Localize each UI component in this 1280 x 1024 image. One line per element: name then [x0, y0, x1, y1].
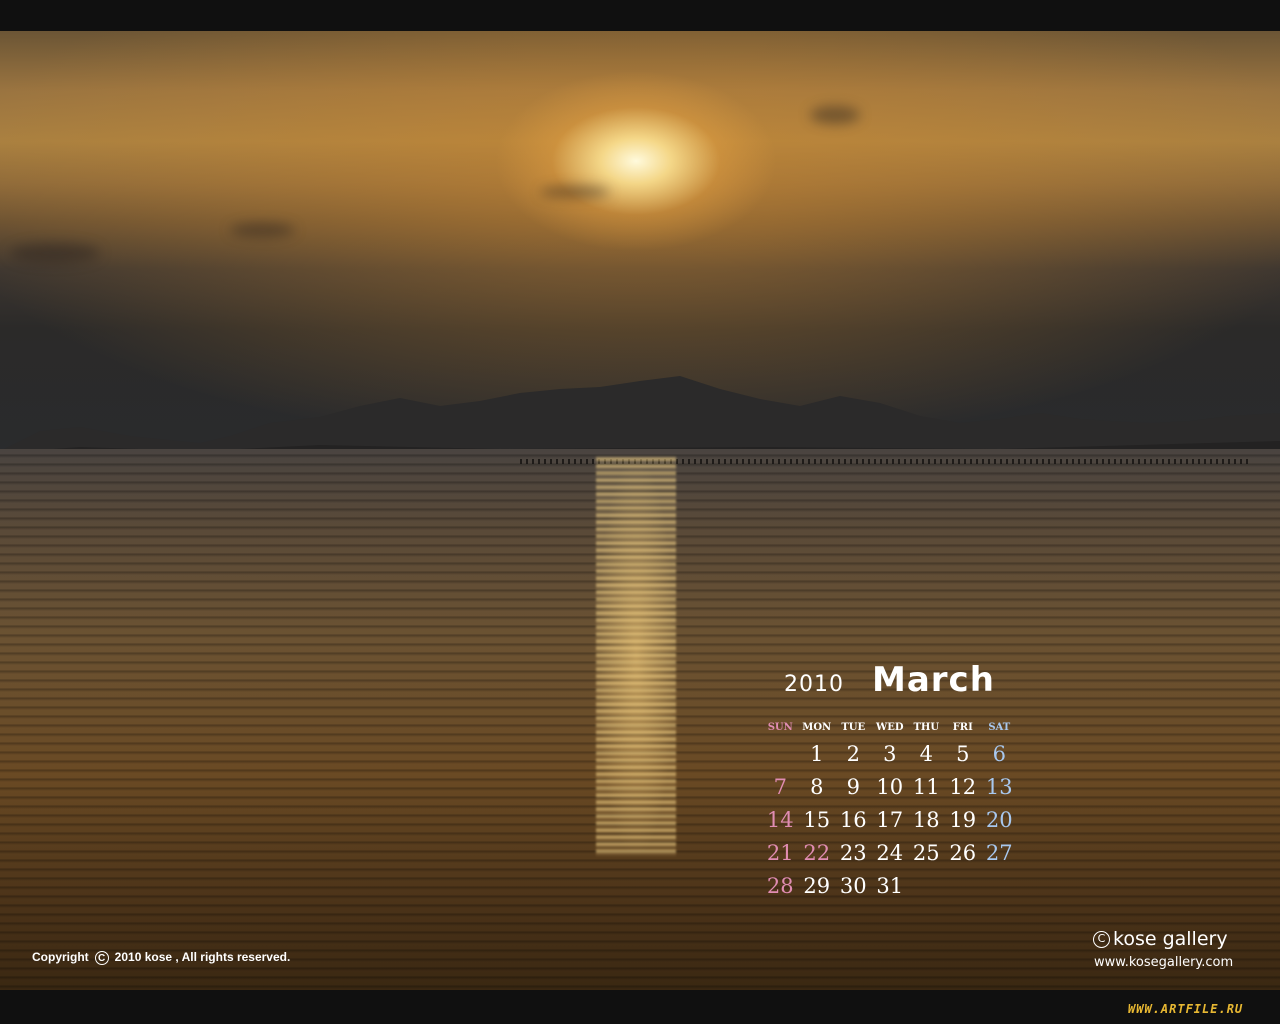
calendar-day — [945, 870, 982, 903]
calendar-day: 7 — [773, 775, 787, 799]
calendar-day: 26 — [949, 841, 977, 865]
cloud — [230, 223, 295, 237]
week-row: 28 29 30 31 — [762, 870, 1018, 903]
mountain-silhouette — [0, 376, 1280, 461]
watermark: WWW.ARTFILE.RU — [1128, 1002, 1244, 1016]
copyright-icon: C — [1093, 931, 1110, 948]
weekday-label: WED — [875, 722, 904, 733]
calendar-day: 2 — [846, 742, 860, 766]
calendar-day: 29 — [803, 874, 831, 898]
weekday-label: SAT — [988, 722, 1011, 733]
calendar-day: 27 — [985, 841, 1013, 865]
calendar-day: 18 — [912, 808, 940, 832]
weekday-label: FRI — [952, 722, 973, 733]
calendar-day — [908, 870, 945, 903]
copyright-icon: C — [94, 950, 109, 965]
brand-logo: Ckose gallery — [1093, 928, 1228, 950]
weekday-label: MON — [802, 722, 832, 733]
calendar-day: 23 — [839, 841, 867, 865]
calendar-grid: SUN MON TUE WED THU FRI SAT 1 2 3 4 5 6 … — [762, 722, 1018, 903]
calendar: 2010 March SUN MON TUE WED THU FRI SAT 1… — [762, 660, 1022, 898]
cloud — [810, 106, 860, 124]
calendar-day: 20 — [985, 808, 1013, 832]
calendar-day: 25 — [912, 841, 940, 865]
calendar-day — [981, 870, 1018, 903]
calendar-day: 8 — [810, 775, 824, 799]
cloud — [540, 186, 610, 198]
calendar-day: 21 — [766, 841, 794, 865]
weekday-label: THU — [913, 722, 940, 733]
calendar-day: 17 — [876, 808, 904, 832]
calendar-day: 28 — [766, 874, 794, 898]
calendar-day: 10 — [876, 775, 904, 799]
cloud — [10, 243, 100, 263]
calendar-day — [762, 738, 799, 771]
calendar-day: 13 — [985, 775, 1013, 799]
weekday-label: SUN — [767, 722, 793, 733]
copyright-text: 2010 kose , All rights reserved. — [114, 950, 291, 964]
calendar-day: 9 — [846, 775, 860, 799]
copyright-notice: Copyright C 2010 kose , All rights reserve… — [32, 950, 290, 965]
calendar-year: 2010 — [784, 672, 844, 697]
week-row: 7 8 9 10 11 12 13 — [762, 771, 1018, 804]
weekday-label: TUE — [841, 722, 866, 733]
calendar-header: 2010 March — [762, 660, 1022, 710]
sunset-lake-photo — [0, 31, 1280, 990]
calendar-day: 16 — [839, 808, 867, 832]
sun-reflection — [596, 456, 676, 856]
week-row: 14 15 16 17 18 19 20 — [762, 804, 1018, 837]
brand-name: kose gallery — [1113, 928, 1228, 950]
top-frame-bar — [0, 0, 1280, 31]
calendar-day: 14 — [766, 808, 794, 832]
calendar-day: 15 — [803, 808, 831, 832]
website-url: www.kosegallery.com — [1094, 955, 1234, 970]
calendar-day: 3 — [883, 742, 897, 766]
week-row: 21 22 23 24 25 26 27 — [762, 837, 1018, 870]
calendar-day: 31 — [876, 874, 904, 898]
calendar-day: 12 — [949, 775, 977, 799]
calendar-day: 19 — [949, 808, 977, 832]
calendar-day: 30 — [839, 874, 867, 898]
calendar-day: 11 — [912, 775, 940, 799]
calendar-day: 4 — [919, 742, 933, 766]
calendar-day: 1 — [810, 742, 824, 766]
calendar-day: 6 — [992, 742, 1006, 766]
copyright-label: Copyright — [32, 950, 89, 964]
calendar-day-holiday: 22 — [803, 841, 831, 865]
bottom-frame-bar — [0, 990, 1280, 1024]
calendar-day: 24 — [876, 841, 904, 865]
calendar-month: March — [872, 660, 995, 700]
calendar-day: 5 — [956, 742, 970, 766]
weekday-header-row: SUN MON TUE WED THU FRI SAT — [762, 722, 1018, 738]
week-row: 1 2 3 4 5 6 — [762, 738, 1018, 771]
